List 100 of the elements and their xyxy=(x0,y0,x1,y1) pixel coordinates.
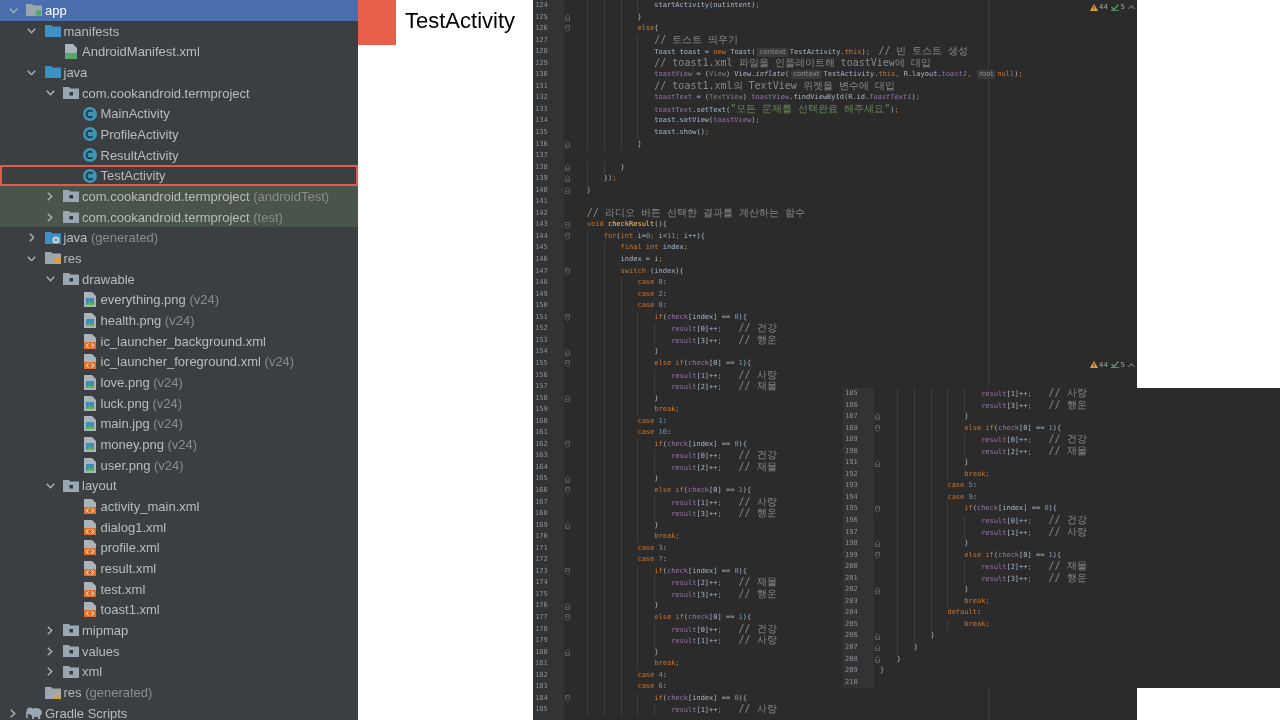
fold-icon[interactable] xyxy=(564,441,570,449)
check-icon xyxy=(1111,3,1120,11)
tree-item[interactable]: manifests xyxy=(0,20,358,42)
fold-icon[interactable] xyxy=(874,505,880,513)
warning-icon xyxy=(1089,361,1098,369)
tree-item[interactable]: java (generated) xyxy=(0,227,358,249)
tree-item[interactable]: toast1.xml xyxy=(0,599,358,621)
tree-item[interactable]: xml xyxy=(0,661,358,683)
tree-item[interactable]: health.png (v24) xyxy=(0,310,358,331)
folder-icon xyxy=(63,645,79,658)
tree-item[interactable]: res xyxy=(0,248,358,269)
code-line: // toast1.xml 파일을 인플레이트해 toastView에 대입 xyxy=(654,56,931,70)
chevron-down-icon[interactable] xyxy=(45,483,55,489)
tree-item[interactable]: ProfileActivity xyxy=(0,124,358,145)
fold-icon[interactable] xyxy=(874,632,880,640)
fold-icon[interactable] xyxy=(874,586,880,594)
fold-icon[interactable] xyxy=(874,540,880,548)
xml-file-icon xyxy=(83,354,96,370)
tree-item[interactable]: user.png (v24) xyxy=(0,454,358,476)
chevron-down-icon[interactable] xyxy=(45,90,55,96)
fold-icon[interactable] xyxy=(564,568,570,576)
folder-icon xyxy=(63,479,79,492)
tree-item[interactable]: dialog1.xml xyxy=(0,516,358,538)
fold-icon[interactable] xyxy=(874,424,880,432)
fold-icon[interactable] xyxy=(564,140,570,148)
tree-item[interactable]: ResultActivity xyxy=(0,144,358,166)
tree-item[interactable]: drawable xyxy=(0,268,358,290)
tree-item[interactable]: java xyxy=(0,62,358,83)
tree-item[interactable]: profile.xml xyxy=(0,537,358,559)
fold-icon[interactable] xyxy=(564,360,570,368)
tree-item[interactable]: TestActivity xyxy=(0,165,358,187)
chevron-right-icon[interactable] xyxy=(10,708,16,718)
chevron-up-icon[interactable] xyxy=(1128,362,1135,368)
fold-icon[interactable] xyxy=(874,551,880,559)
fold-icon[interactable] xyxy=(564,614,570,622)
check-icon xyxy=(1111,361,1120,369)
chevron-down-icon[interactable] xyxy=(27,28,36,34)
tree-item[interactable]: mipmap xyxy=(0,620,358,641)
folder-icon xyxy=(63,211,79,224)
tree-item[interactable]: MainActivity xyxy=(0,103,358,125)
tree-item[interactable]: Gradle Scripts xyxy=(0,702,358,720)
code-line: // toast1.xml의 TextView 위젯을 변수에 대입 xyxy=(654,79,895,93)
tree-item[interactable]: app xyxy=(0,0,358,21)
tree-item[interactable]: love.png (v24) xyxy=(0,372,358,393)
chevron-right-icon[interactable] xyxy=(47,667,53,677)
chevron-right-icon[interactable] xyxy=(47,646,53,656)
tree-item[interactable]: com.cookandroid.termproject (androidTest) xyxy=(0,186,358,207)
chevron-down-icon[interactable] xyxy=(8,7,18,14)
tree-item[interactable]: luck.png (v24) xyxy=(0,392,358,414)
code-line: // 라디오 버튼 선택한 결과를 계산하는 함수 xyxy=(586,206,805,220)
tree-item[interactable]: test.xml xyxy=(0,578,358,600)
fold-icon[interactable] xyxy=(564,348,570,356)
tree-item[interactable]: everything.png (v24) xyxy=(0,289,358,311)
tree-item[interactable]: ic_launcher_foreground.xml (v24) xyxy=(0,351,358,373)
fold-icon[interactable] xyxy=(874,644,880,652)
fold-icon[interactable] xyxy=(564,521,570,529)
folder-icon xyxy=(63,190,79,203)
fold-icon[interactable] xyxy=(874,655,880,663)
tree-item[interactable]: activity_main.xml xyxy=(0,496,358,517)
chevron-down-icon[interactable] xyxy=(27,255,36,262)
fold-icon[interactable] xyxy=(564,163,570,171)
chevron-up-icon[interactable] xyxy=(1128,4,1135,10)
tree-item[interactable]: result.xml xyxy=(0,558,358,579)
fold-icon[interactable] xyxy=(564,187,570,194)
fold-icon[interactable] xyxy=(564,695,570,703)
class-icon xyxy=(82,168,97,183)
image-file-icon xyxy=(83,374,96,390)
tree-item[interactable]: ic_launcher_background.xml xyxy=(0,330,358,352)
tree-item[interactable]: main.jpg (v24) xyxy=(0,413,358,435)
xml-file-icon xyxy=(83,602,96,618)
tree-item[interactable]: res (generated) xyxy=(0,682,358,703)
fold-icon[interactable] xyxy=(564,13,570,21)
image-file-icon xyxy=(83,395,96,411)
fold-icon[interactable] xyxy=(564,602,570,610)
chevron-right-icon[interactable] xyxy=(47,212,53,222)
chevron-down-icon[interactable] xyxy=(27,69,36,76)
fold-icon[interactable] xyxy=(564,267,570,275)
fold-icon[interactable] xyxy=(564,394,570,402)
fold-icon[interactable] xyxy=(564,221,570,229)
fold-icon[interactable] xyxy=(564,314,570,322)
fold-icon[interactable] xyxy=(564,648,570,656)
fold-icon[interactable] xyxy=(564,475,570,483)
fold-icon[interactable] xyxy=(564,487,570,495)
fold-icon[interactable] xyxy=(874,459,880,467)
fold-icon[interactable] xyxy=(874,413,880,421)
chevron-right-icon[interactable] xyxy=(47,626,53,635)
tree-item[interactable]: values xyxy=(0,640,358,662)
image-file-icon xyxy=(83,292,96,308)
tree-item[interactable]: money.png (v24) xyxy=(0,434,358,455)
fold-icon[interactable] xyxy=(564,25,570,33)
chevron-right-icon[interactable] xyxy=(28,233,35,243)
fold-icon[interactable] xyxy=(564,233,570,241)
chevron-right-icon[interactable] xyxy=(47,191,53,201)
chevron-down-icon[interactable] xyxy=(45,276,55,282)
tree-item[interactable]: layout xyxy=(0,475,358,497)
tree-item[interactable]: AndroidManifest.xml xyxy=(0,41,358,62)
class-icon xyxy=(82,127,97,142)
fold-icon[interactable] xyxy=(564,175,570,183)
tree-item[interactable]: com.cookandroid.termproject (test) xyxy=(0,206,358,228)
tree-item[interactable]: com.cookandroid.termproject xyxy=(0,82,358,104)
